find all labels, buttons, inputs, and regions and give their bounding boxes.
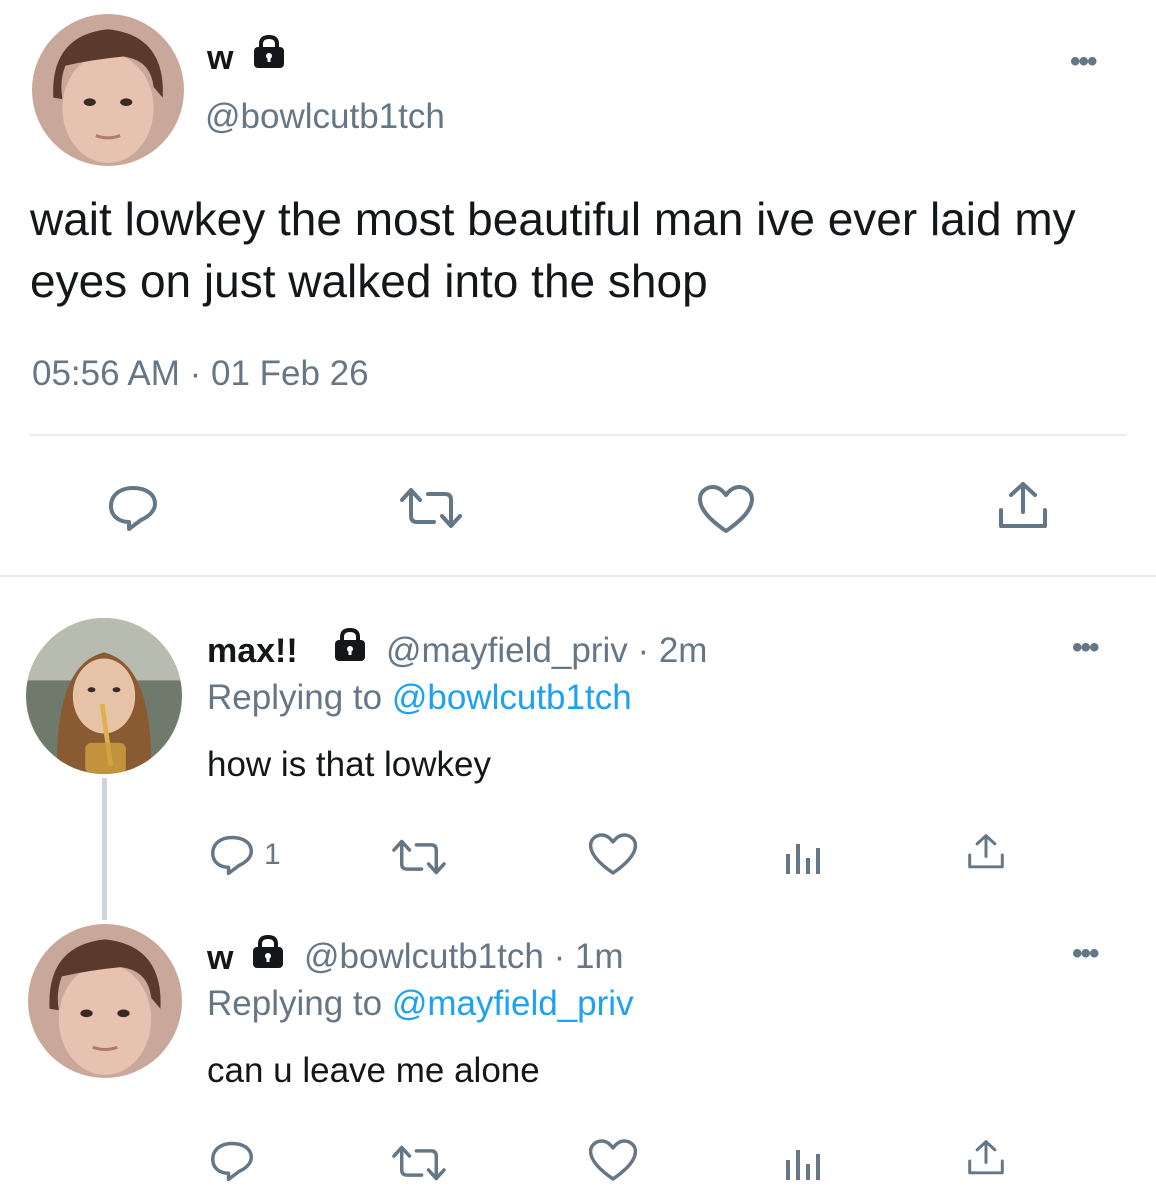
reply-handle-time[interactable]: @bowlcutb1tch · 1m — [304, 937, 624, 977]
thread-connector — [102, 778, 107, 920]
reply-time: · 2m — [637, 631, 708, 670]
retweet-icon[interactable] — [390, 838, 448, 876]
like-icon[interactable] — [697, 484, 755, 534]
main-timestamp[interactable]: 05:56 AM · 01 Feb 26 — [32, 352, 369, 396]
reply-display-name[interactable]: max!! — [207, 631, 298, 671]
replying-prefix: Replying to — [207, 984, 383, 1023]
reply-text: can u leave me alone — [207, 1051, 540, 1090]
reply-handle[interactable]: @bowlcutb1tch — [304, 937, 544, 976]
main-handle[interactable]: @bowlcutb1tch — [205, 96, 445, 138]
reply-count: 1 — [264, 838, 281, 871]
share-icon[interactable] — [996, 480, 1050, 532]
retweet-icon[interactable] — [390, 1144, 448, 1182]
reply-icon[interactable] — [107, 484, 159, 532]
lock-icon — [247, 934, 289, 970]
reply-avatar-max[interactable] — [26, 618, 182, 774]
reply-icon[interactable] — [209, 834, 255, 876]
reply-handle[interactable]: @mayfield_priv — [386, 631, 628, 670]
reply-time: · 1m — [553, 937, 624, 976]
more-options-icon[interactable]: ••• — [1072, 939, 1099, 969]
replying-to: Replying to @bowlcutb1tch — [207, 677, 632, 719]
like-icon[interactable] — [588, 1138, 638, 1182]
replying-to-link[interactable]: @mayfield_priv — [392, 984, 634, 1023]
retweet-icon[interactable] — [398, 486, 464, 530]
boy-avatar-image — [32, 14, 184, 166]
reply-avatar-w[interactable] — [28, 924, 182, 1078]
main-avatar[interactable] — [32, 14, 184, 166]
more-options-icon[interactable]: ••• — [1072, 633, 1099, 663]
share-icon[interactable] — [966, 1138, 1006, 1178]
reply-text: how is that lowkey — [207, 745, 492, 784]
lock-icon — [329, 627, 371, 663]
girl-avatar-image — [26, 618, 182, 774]
analytics-icon[interactable] — [784, 1144, 824, 1180]
divider — [30, 434, 1127, 436]
boy-avatar-image — [28, 924, 182, 1078]
reply-display-name[interactable]: w — [207, 938, 233, 978]
reply-handle-time[interactable]: @mayfield_priv · 2m — [386, 631, 707, 671]
main-display-name[interactable]: w — [207, 38, 233, 78]
section-divider — [0, 575, 1156, 577]
replying-to-link[interactable]: @bowlcutb1tch — [392, 678, 632, 717]
replying-prefix: Replying to — [207, 678, 383, 717]
like-icon[interactable] — [588, 832, 638, 876]
reply-icon[interactable] — [209, 1140, 255, 1182]
lock-icon — [248, 34, 290, 70]
replying-to: Replying to @mayfield_priv — [207, 983, 634, 1025]
main-tweet-text: wait lowkey the most beautiful man ive e… — [30, 193, 1076, 307]
share-icon[interactable] — [966, 832, 1006, 872]
more-options-icon[interactable]: ••• — [1070, 47, 1097, 77]
analytics-icon[interactable] — [784, 838, 824, 874]
